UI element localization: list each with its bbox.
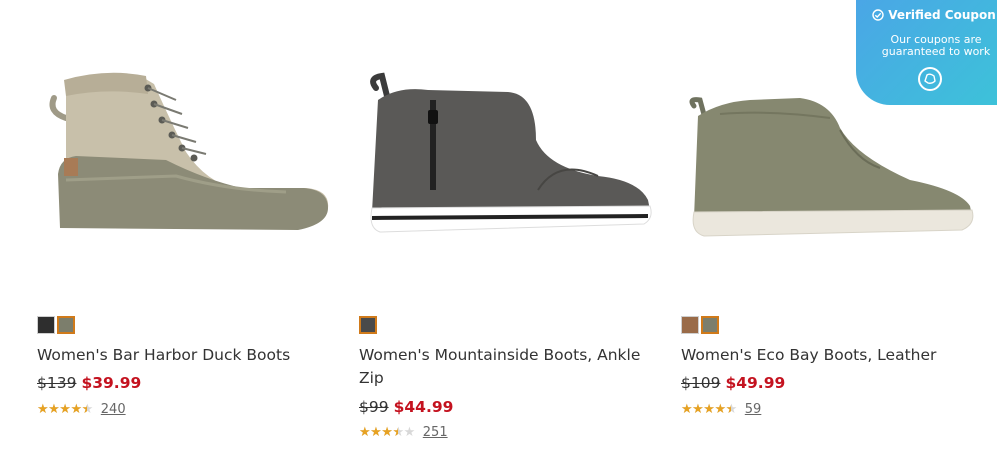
product-price: $139 $39.99 — [37, 374, 141, 392]
star-rating: ★★★★★★★★★★ — [681, 401, 737, 417]
color-swatch-selected[interactable] — [701, 316, 719, 334]
original-price: $99 — [359, 398, 389, 416]
color-swatch-selected[interactable] — [359, 316, 377, 334]
original-price: $109 — [681, 374, 721, 392]
product-card[interactable]: Women's Bar Harbor Duck Boots $139 $39.99… — [36, 0, 356, 453]
product-name[interactable]: Women's Bar Harbor Duck Boots — [37, 344, 347, 367]
star-rating: ★★★★★★★★★★ — [37, 401, 93, 417]
product-rating: ★★★★★★★★★★ 251 — [359, 425, 448, 440]
color-swatch[interactable] — [681, 316, 699, 334]
duck-boot-image[interactable] — [36, 40, 346, 270]
original-price: $139 — [37, 374, 77, 392]
check-circle-icon — [872, 9, 884, 21]
review-count-link[interactable]: 240 — [101, 402, 126, 417]
coupon-title: Verified Coupon — [870, 8, 997, 22]
product-name[interactable]: Women's Eco Bay Boots, Leather — [681, 344, 991, 367]
product-rating: ★★★★★ ★★★★★ 240 — [37, 402, 126, 417]
sale-price: $49.99 — [725, 374, 786, 392]
coupon-chat-icon[interactable] — [918, 67, 942, 91]
color-swatch-selected[interactable] — [57, 316, 75, 334]
color-swatches — [359, 316, 377, 334]
ankle-zip-boot-image[interactable] — [358, 40, 668, 270]
sale-price: $39.99 — [81, 374, 142, 392]
product-card[interactable]: Women's Mountainside Boots, Ankle Zip $9… — [358, 0, 678, 453]
coupon-title-text: Verified Coupon — [888, 8, 996, 22]
sale-price: $44.99 — [393, 398, 454, 416]
color-swatch[interactable] — [37, 316, 55, 334]
review-count-link[interactable]: 59 — [745, 402, 762, 417]
product-grid: Women's Bar Harbor Duck Boots $139 $39.99… — [0, 0, 997, 453]
product-price: $99 $44.99 — [359, 398, 453, 416]
star-rating: ★★★★★★★★★★ — [359, 424, 415, 440]
verified-coupon-widget[interactable]: Verified Coupon Our coupons are guarante… — [856, 0, 997, 105]
coupon-subtitle: Our coupons are guaranteed to work — [881, 33, 991, 58]
product-rating: ★★★★★ ★★★★★ 59 — [681, 402, 761, 417]
product-name[interactable]: Women's Mountainside Boots, Ankle Zip — [359, 344, 669, 390]
color-swatches — [37, 316, 75, 334]
product-price: $109 $49.99 — [681, 374, 785, 392]
review-count-link[interactable]: 251 — [423, 425, 448, 440]
color-swatches — [681, 316, 719, 334]
